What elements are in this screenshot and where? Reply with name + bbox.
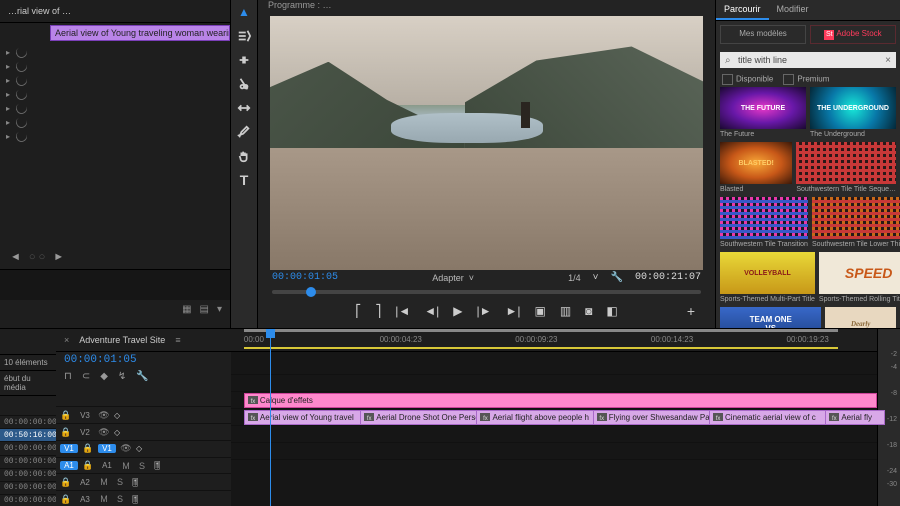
media-start-row[interactable]: 00:00:00:00 <box>0 468 56 481</box>
track-v1[interactable]: fxAerial view of Young travel fxAerial D… <box>231 408 877 425</box>
clip[interactable]: fxFlying over Shwesandaw Pa <box>593 410 711 425</box>
nav-next[interactable]: ► <box>53 251 64 263</box>
slip-tool[interactable] <box>236 100 252 116</box>
program-scrubber[interactable] <box>258 285 715 299</box>
program-monitor[interactable] <box>270 16 703 270</box>
wrench-icon[interactable]: 🔧 <box>136 371 148 382</box>
clip[interactable]: fxAerial fly <box>825 410 885 425</box>
media-start-row[interactable]: 00:00:00:00 <box>0 441 56 454</box>
template-item[interactable]: Southwestern Tile Title Seque… <box>796 142 896 195</box>
template-item[interactable]: TEAM ONE VS TEAM TWOFast Sports-Themed T… <box>720 307 821 328</box>
track-header-v1[interactable]: V1🔒V1👁◇ <box>56 440 231 457</box>
clip[interactable]: fxAerial view of Young travel <box>244 410 362 425</box>
clip[interactable]: fxAerial Drone Shot One Perso <box>360 410 478 425</box>
marker-icon[interactable]: ◆ <box>100 371 108 382</box>
track-header-v3[interactable]: 🔒V3👁◇ <box>56 406 231 423</box>
hand-tool[interactable] <box>236 148 252 164</box>
clip[interactable]: fxCinematic aerial view of c <box>709 410 827 425</box>
go-out-icon[interactable]: ►| <box>505 304 520 318</box>
template-item[interactable]: Southwestern Tile Lower Third <box>812 197 900 250</box>
template-item[interactable]: Southwestern Tile Transition <box>720 197 808 250</box>
program-tc-duration: 00:00:21:07 <box>635 272 701 283</box>
adobe-stock-button[interactable]: StAdobe Stock <box>810 25 896 44</box>
sequence-tc[interactable]: 00:00:01:05 <box>56 352 231 368</box>
settings-icon[interactable]: ↯ <box>118 371 126 382</box>
razor-tool[interactable] <box>236 76 252 92</box>
media-start-row[interactable]: 00:00:00:00 <box>0 415 56 428</box>
template-item[interactable]: VOLLEYBALLSports-Themed Multi-Part Title <box>720 252 815 305</box>
templates-grid: THE FUTUREThe Future THE UNDERGROUNDThe … <box>716 87 900 328</box>
type-tool[interactable]: T <box>236 172 252 188</box>
track-header-a3[interactable]: 🔒A3MS🎚 <box>56 490 231 506</box>
col-header[interactable]: ébut du média <box>0 371 56 396</box>
program-tc-current[interactable]: 00:00:01:05 <box>272 272 338 283</box>
resolution-fraction[interactable]: 1/4 <box>568 273 581 283</box>
ripple-tool[interactable] <box>236 52 252 68</box>
view-icon[interactable]: ▦ <box>182 304 191 324</box>
track-v3[interactable] <box>231 374 877 391</box>
track-select-tool[interactable] <box>236 28 252 44</box>
export-frame-icon[interactable]: ◙ <box>585 304 592 318</box>
tab-modifier[interactable]: Modifier <box>769 0 817 20</box>
lift-icon[interactable]: ▣ <box>534 304 545 318</box>
list-icon[interactable]: ▤ <box>200 304 209 324</box>
program-header: Programme : … <box>258 0 715 16</box>
clear-search-icon[interactable]: × <box>885 55 891 66</box>
tab-parcourir[interactable]: Parcourir <box>716 0 769 20</box>
template-item[interactable]: BLASTED!Blasted <box>720 142 792 195</box>
sequence-tab[interactable]: Adventure Travel Site <box>79 335 165 345</box>
filter-premium[interactable]: Premium <box>783 74 829 85</box>
track-a3[interactable] <box>231 459 877 476</box>
track-a2[interactable] <box>231 442 877 459</box>
clip-fx[interactable]: fxCalque d'effets <box>244 393 877 408</box>
track-v2[interactable]: fxCalque d'effets <box>231 391 877 408</box>
source-tab[interactable]: …rial view of … <box>8 6 71 16</box>
selection-tool[interactable]: ▲ <box>236 4 252 20</box>
template-item[interactable]: THE FUTUREThe Future <box>720 87 806 140</box>
sort-icon[interactable]: ▾ <box>217 304 222 324</box>
link-icon[interactable]: ⊂ <box>82 371 90 382</box>
media-start-row[interactable]: 00:00:00:00 <box>0 494 56 506</box>
template-item[interactable]: THE UNDERGROUNDThe Underground <box>810 87 896 140</box>
track-header-v2[interactable]: 🔒V2👁◇ <box>56 423 231 440</box>
media-start-row[interactable]: 00:00:00:00 <box>0 481 56 494</box>
source-clip-bar[interactable]: Aerial view of Young traveling woman wea… <box>50 25 230 41</box>
media-start-row[interactable]: 00:00:00:00 <box>0 455 56 468</box>
search-icon: ⌕ <box>725 55 731 66</box>
extract-icon[interactable]: ▥ <box>560 304 571 318</box>
nav-prev[interactable]: ◄ <box>10 251 21 263</box>
pen-tool[interactable] <box>236 124 252 140</box>
track-a1[interactable] <box>231 425 877 442</box>
snap-icon[interactable]: ⊓ <box>64 371 72 382</box>
add-button-icon[interactable]: + <box>687 303 695 319</box>
go-in-icon[interactable]: |◄ <box>395 304 410 318</box>
timeline-ruler[interactable]: 00:00 00:00:04:23 00:00:09:23 00:00:14:2… <box>231 329 877 352</box>
compare-icon[interactable]: ◧ <box>606 304 617 318</box>
my-templates-button[interactable]: Mes modèles <box>720 25 806 44</box>
track-header-a2[interactable]: 🔒A2MS🎚 <box>56 473 231 490</box>
playhead[interactable] <box>270 329 271 506</box>
mark-in-icon[interactable]: ⎡ <box>355 304 361 318</box>
template-item[interactable]: SPEEDSports-Themed Rolling Title T… <box>819 252 900 305</box>
mark-out-icon[interactable]: ⎤ <box>375 304 381 318</box>
track-header-a1[interactable]: A1🔒A1MS🎚 <box>56 457 231 474</box>
wrench-icon[interactable]: 🔧 <box>611 272 623 283</box>
source-timeline[interactable] <box>0 269 230 300</box>
clip[interactable]: fxAerial flight above people h <box>476 410 594 425</box>
item-count: 10 éléments <box>0 355 56 371</box>
template-search-input[interactable] <box>720 52 896 68</box>
step-fwd-icon[interactable]: |► <box>476 304 491 318</box>
media-start-row[interactable]: 00:50:16:00 <box>0 428 56 441</box>
filter-disponible[interactable]: Disponible <box>722 74 773 85</box>
step-back-icon[interactable]: ◄| <box>424 304 439 318</box>
play-icon[interactable]: ▶ <box>453 304 462 318</box>
template-item[interactable]: Dearly BelovedHandwritten Note Title <box>825 307 896 328</box>
